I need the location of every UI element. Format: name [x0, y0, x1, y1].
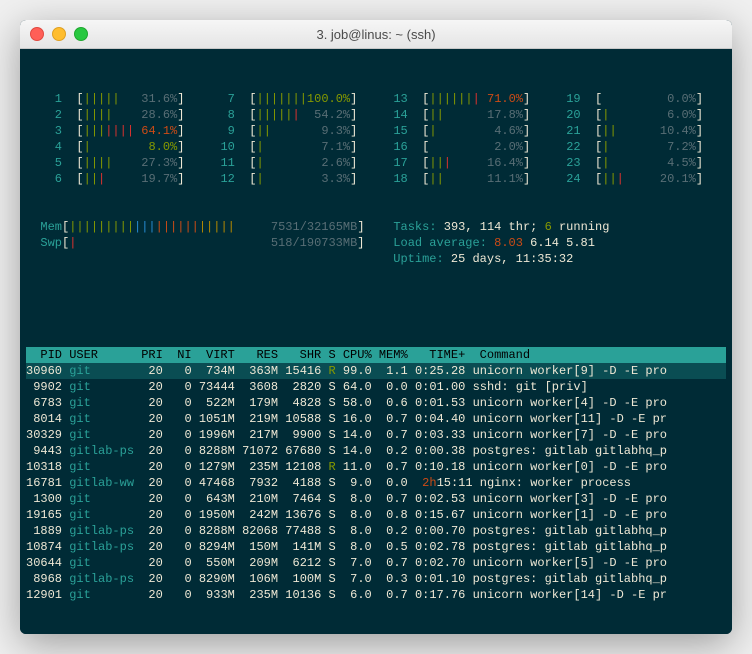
process-table[interactable]: PID USER PRI NI VIRT RES SHR S CPU% MEM%… [26, 347, 726, 603]
cpu-meter-row: 5 [|||| 27.3%] 11 [| 2.6%] 17 [||| 16.4%… [26, 155, 726, 171]
cpu-meter-row: 4 [| 8.0%] 10 [| 7.1%] 16 [ 2.0%] 22 [| … [26, 139, 726, 155]
process-row[interactable]: 30960 git 20 0 734M 363M 15416 R 99.0 1.… [26, 363, 726, 379]
memory-meters: Mem[||||||||||||||||||||||| 7531/32165MB… [26, 219, 726, 267]
mem-meter: Mem[||||||||||||||||||||||| 7531/32165MB… [26, 219, 726, 235]
process-row[interactable]: 10874 gitlab-ps 20 0 8294M 150M 141M S 8… [26, 539, 726, 555]
process-row[interactable]: 19165 git 20 0 1950M 242M 13676 S 8.0 0.… [26, 507, 726, 523]
process-row[interactable]: 9443 gitlab-ps 20 0 8288M 71072 67680 S … [26, 443, 726, 459]
cpu-meters: 1 [||||| 31.6%] 7 [|||||||100.0%] 13 [||… [26, 91, 726, 187]
process-row[interactable]: 8968 gitlab-ps 20 0 8290M 106M 100M S 7.… [26, 571, 726, 587]
cpu-meter-row: 3 [||||||| 64.1%] 9 [|| 9.3%] 15 [| 4.6%… [26, 123, 726, 139]
cpu-meter-row: 2 [|||| 28.6%] 8 [|||||| 54.2%] 14 [|| 1… [26, 107, 726, 123]
process-row[interactable]: 12901 git 20 0 933M 235M 10136 S 6.0 0.7… [26, 587, 726, 603]
cpu-meter-row: 6 [||| 19.7%] 12 [| 3.3%] 18 [|| 11.1%] … [26, 171, 726, 187]
terminal-content: 1 [||||| 31.6%] 7 [|||||||100.0%] 13 [||… [20, 49, 732, 634]
process-row[interactable]: 10318 git 20 0 1279M 235M 12108 R 11.0 0… [26, 459, 726, 475]
table-header[interactable]: PID USER PRI NI VIRT RES SHR S CPU% MEM%… [26, 347, 726, 363]
cpu-meter-row: 1 [||||| 31.6%] 7 [|||||||100.0%] 13 [||… [26, 91, 726, 107]
process-row[interactable]: 8014 git 20 0 1051M 219M 10588 S 16.0 0.… [26, 411, 726, 427]
uptime-row: Uptime: 25 days, 11:35:32 [26, 251, 726, 267]
process-row[interactable]: 6783 git 20 0 522M 179M 4828 S 58.0 0.6 … [26, 395, 726, 411]
process-row[interactable]: 9902 git 20 0 73444 3608 2820 S 64.0 0.0… [26, 379, 726, 395]
titlebar: 3. job@linus: ~ (ssh) [20, 20, 732, 49]
process-row[interactable]: 30329 git 20 0 1996M 217M 9900 S 14.0 0.… [26, 427, 726, 443]
process-row[interactable]: 30644 git 20 0 550M 209M 6212 S 7.0 0.7 … [26, 555, 726, 571]
terminal-window: 3. job@linus: ~ (ssh) 1 [||||| 31.6%] 7 … [20, 20, 732, 634]
process-row[interactable]: 1300 git 20 0 643M 210M 7464 S 8.0 0.7 0… [26, 491, 726, 507]
swp-meter: Swp[| 518/190733MB] Load average: 8.03 6… [26, 235, 726, 251]
process-row[interactable]: 16781 gitlab-ww 20 0 47468 7932 4188 S 9… [26, 475, 726, 491]
process-row[interactable]: 1889 gitlab-ps 20 0 8288M 82068 77488 S … [26, 523, 726, 539]
window-title: 3. job@linus: ~ (ssh) [20, 27, 732, 42]
